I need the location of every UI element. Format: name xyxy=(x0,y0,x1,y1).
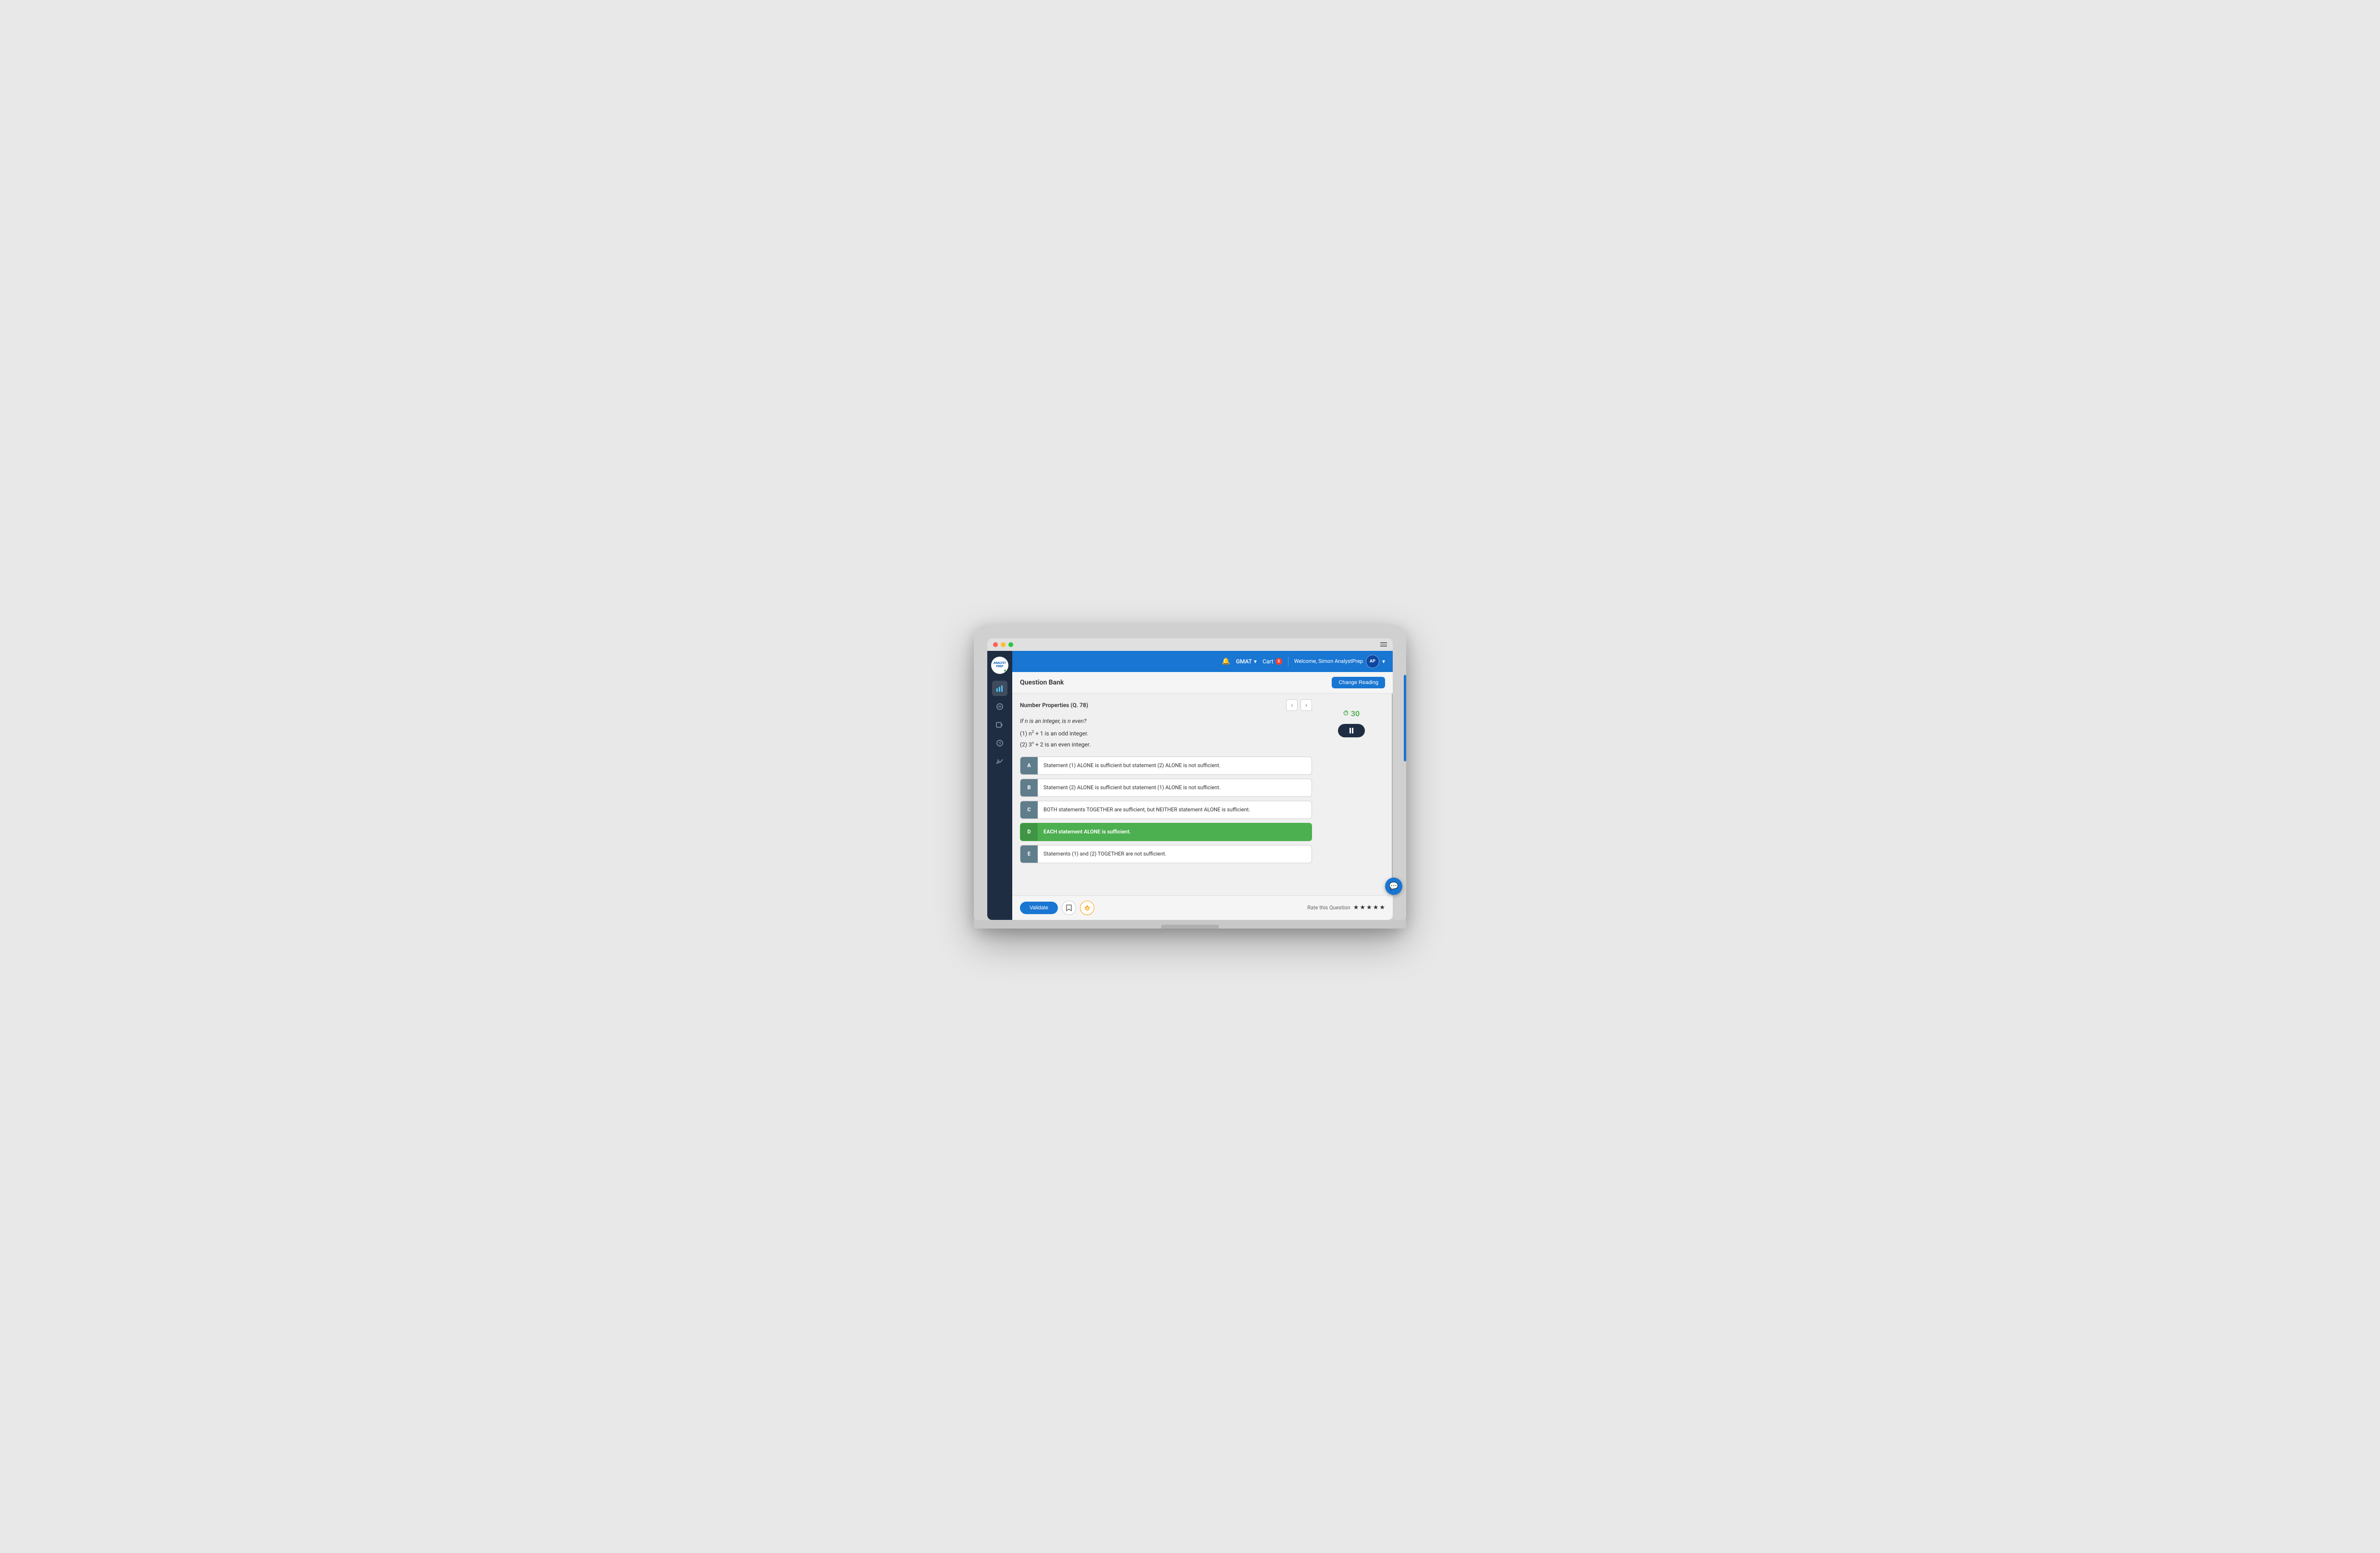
option-e-text: Statements (1) and (2) TOGETHER are not … xyxy=(1038,850,1172,857)
question-category: Number Properties (Q. 78) xyxy=(1020,702,1088,709)
app-layout: ANALYSTPREP xyxy=(987,651,1393,920)
pause-icon xyxy=(1349,728,1353,734)
answer-options: A Statement (1) ALONE is sufficient but … xyxy=(1020,757,1312,863)
close-button[interactable] xyxy=(993,642,998,647)
option-e[interactable]: E Statements (1) and (2) TOGETHER are no… xyxy=(1020,845,1312,863)
sidebar-item-help[interactable]: ? xyxy=(992,735,1007,751)
user-chevron: ▾ xyxy=(1382,658,1385,665)
cart-button[interactable]: Cart 3 xyxy=(1263,658,1282,665)
timer-value: 30 xyxy=(1351,709,1360,718)
nav-arrows: ‹ › xyxy=(1286,699,1312,711)
welcome-text: Welcome, Simon AnalystPrep xyxy=(1294,658,1363,664)
change-reading-button[interactable]: Change Reading xyxy=(1332,677,1385,688)
bookmark-button[interactable] xyxy=(1062,901,1076,915)
pause-button[interactable] xyxy=(1338,724,1365,737)
option-d-text: EACH statement ALONE is sufficient. xyxy=(1038,828,1137,835)
star-1[interactable]: ★ xyxy=(1353,904,1359,911)
statement-2: (2) 3n + 2 is an even integer. xyxy=(1020,740,1312,749)
notification-bell[interactable]: 🔔 xyxy=(1222,658,1230,665)
option-d-letter: D xyxy=(1020,823,1038,841)
timer: ⏱ 30 xyxy=(1343,709,1360,718)
hamburger-icon[interactable] xyxy=(1380,642,1387,647)
star-4[interactable]: ★ xyxy=(1373,904,1379,911)
option-a[interactable]: A Statement (1) ALONE is sufficient but … xyxy=(1020,757,1312,775)
star-5[interactable]: ★ xyxy=(1379,904,1385,911)
statement-1: (1) n2 + 1 is an odd integer. xyxy=(1020,729,1312,738)
star-3[interactable]: ★ xyxy=(1366,904,1372,911)
option-c-text: BOTH statements TOGETHER are sufficient,… xyxy=(1038,806,1256,813)
cart-label: Cart xyxy=(1263,658,1274,665)
sidebar-item-chart[interactable] xyxy=(992,681,1007,696)
gmat-chevron: ▾ xyxy=(1254,658,1257,665)
user-menu[interactable]: Welcome, Simon AnalystPrep AP ▾ xyxy=(1294,655,1385,668)
question-text: If n is an integer, is n even? xyxy=(1020,718,1312,724)
content-header: Question Bank Change Reading xyxy=(1012,672,1393,694)
cart-count: 3 xyxy=(1276,658,1282,665)
laptop-notch xyxy=(1161,925,1219,929)
timer-icon: ⏱ xyxy=(1343,709,1349,717)
option-e-letter: E xyxy=(1020,845,1038,863)
minimize-button[interactable] xyxy=(1001,642,1006,647)
validate-button[interactable]: Validate xyxy=(1020,902,1058,914)
option-a-letter: A xyxy=(1020,757,1038,774)
sidebar-logo[interactable]: ANALYSTPREP xyxy=(991,657,1008,674)
option-b-text: Statement (2) ALONE is sufficient but st… xyxy=(1038,784,1226,791)
gmat-selector[interactable]: GMAT ▾ xyxy=(1236,658,1257,665)
main-area: 🔔 GMAT ▾ Cart 3 Welcome, Simon AnalystPr… xyxy=(1012,651,1393,920)
prev-arrow[interactable]: ‹ xyxy=(1286,699,1298,711)
screen: ANALYSTPREP xyxy=(987,638,1393,920)
main-content: Number Properties (Q. 78) ‹ › If n is an… xyxy=(1012,694,1393,895)
next-arrow[interactable]: › xyxy=(1300,699,1312,711)
user-avatar: AP xyxy=(1366,655,1379,668)
sidebar: ANALYSTPREP xyxy=(987,651,1012,920)
online-indicator xyxy=(1004,669,1006,672)
option-d[interactable]: D EACH statement ALONE is sufficient. xyxy=(1020,823,1312,841)
option-b[interactable]: B Statement (2) ALONE is sufficient but … xyxy=(1020,779,1312,797)
question-header: Number Properties (Q. 78) ‹ › xyxy=(1020,699,1312,711)
top-navigation: 🔔 GMAT ▾ Cart 3 Welcome, Simon AnalystPr… xyxy=(1012,651,1393,672)
sidebar-item-video[interactable] xyxy=(992,717,1007,733)
bottom-toolbar: Validate Rate this Qu xyxy=(1012,895,1393,920)
flag-button[interactable] xyxy=(1080,901,1094,915)
rate-label: Rate this Question xyxy=(1307,905,1350,911)
option-c-letter: C xyxy=(1020,801,1038,819)
maximize-button[interactable] xyxy=(1008,642,1013,647)
topnav-items: 🔔 GMAT ▾ Cart 3 Welcome, Simon AnalystPr… xyxy=(1222,655,1385,668)
laptop-base xyxy=(974,920,1406,929)
window-controls xyxy=(987,638,1393,651)
option-b-letter: B xyxy=(1020,779,1038,796)
rating-section: Rate this Question ★ ★ ★ ★ ★ xyxy=(1307,904,1385,911)
star-rating[interactable]: ★ ★ ★ ★ ★ xyxy=(1353,904,1385,911)
option-a-text: Statement (1) ALONE is sufficient but st… xyxy=(1038,762,1226,769)
question-panel: Number Properties (Q. 78) ‹ › If n is an… xyxy=(1020,699,1312,890)
sidebar-item-brain[interactable] xyxy=(992,699,1007,714)
laptop-frame: ANALYSTPREP xyxy=(974,625,1406,929)
option-c[interactable]: C BOTH statements TOGETHER are sufficien… xyxy=(1020,801,1312,819)
star-2[interactable]: ★ xyxy=(1360,904,1365,911)
gmat-label: GMAT xyxy=(1236,658,1252,665)
sidebar-item-finance[interactable]: $ xyxy=(992,754,1007,769)
page-title: Question Bank xyxy=(1020,679,1064,686)
logo-text: ANALYSTPREP xyxy=(994,662,1006,668)
svg-text:?: ? xyxy=(999,742,1001,746)
right-panel: ⏱ 30 xyxy=(1318,699,1385,890)
